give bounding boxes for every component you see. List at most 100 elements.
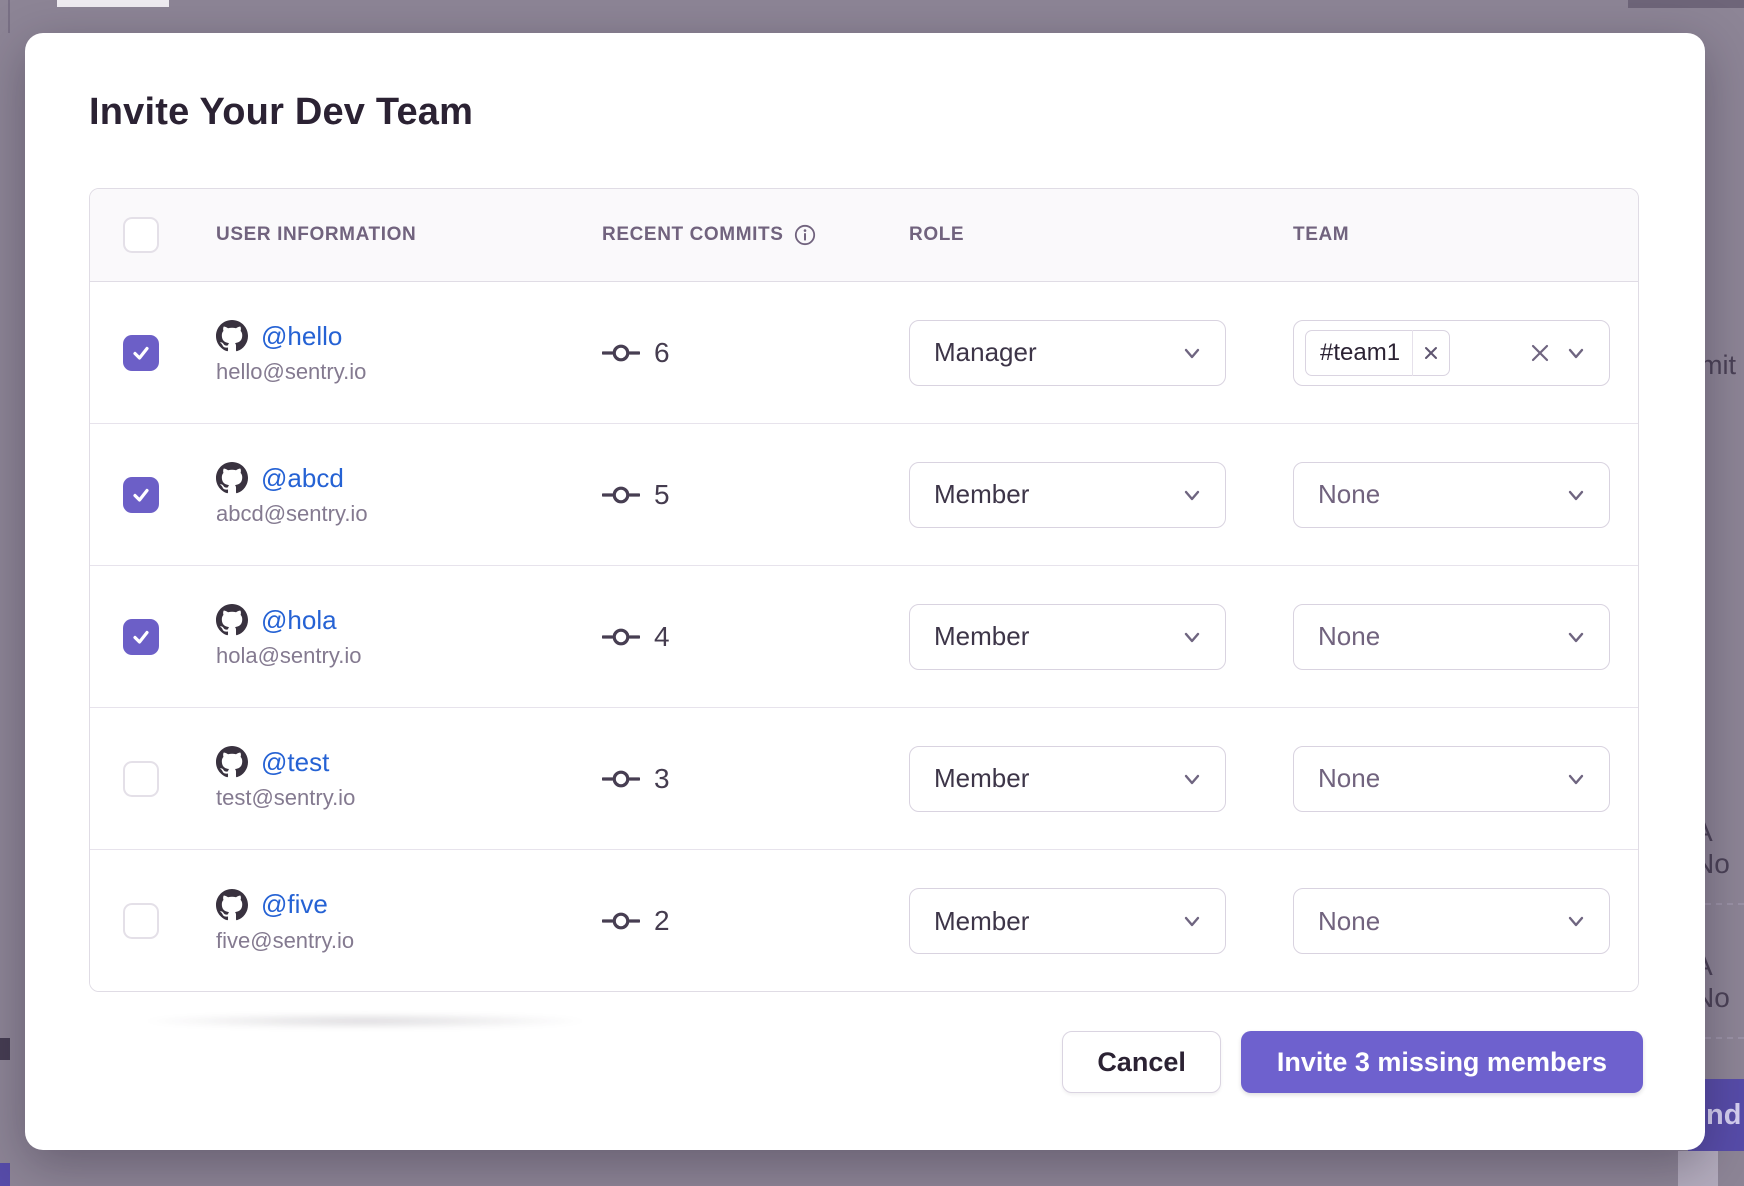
git-commit-icon — [602, 767, 640, 791]
recent-commits-cell: 5 — [602, 479, 909, 511]
team-select-none[interactable]: None — [1293, 462, 1610, 528]
table-row: @hola hola@sentry.io 4 Member — [90, 566, 1638, 708]
team-cell: None — [1293, 604, 1638, 670]
role-select[interactable]: Manager — [909, 320, 1226, 386]
role-select[interactable]: Member — [909, 604, 1226, 670]
invite-dev-team-modal: Invite Your Dev Team USER INFORMATION RE… — [25, 33, 1705, 1150]
chevron-down-icon — [1563, 624, 1589, 650]
team-select-none[interactable]: None — [1293, 888, 1610, 954]
modal-footer: Cancel Invite 3 missing members — [1062, 1031, 1643, 1093]
github-username-link[interactable]: @hola — [261, 605, 337, 636]
chevron-down-icon — [1563, 340, 1589, 366]
role-select[interactable]: Member — [909, 888, 1226, 954]
user-information-cell: @hola hola@sentry.io — [183, 604, 602, 669]
github-username-link[interactable]: @five — [261, 889, 328, 920]
bg-fragment-square — [0, 1163, 10, 1186]
role-select-value: Manager — [934, 337, 1037, 368]
column-header-recent-commits: RECENT COMMITS — [602, 224, 909, 246]
user-email: abcd@sentry.io — [216, 501, 602, 527]
role-select[interactable]: Member — [909, 462, 1226, 528]
bg-fragment-line — [8, 0, 10, 33]
github-username-link[interactable]: @abcd — [261, 463, 344, 494]
user-information-cell: @test test@sentry.io — [183, 746, 602, 811]
cancel-button[interactable]: Cancel — [1062, 1031, 1221, 1093]
recent-commits-cell: 3 — [602, 763, 909, 795]
table-row: @abcd abcd@sentry.io 5 Member — [90, 424, 1638, 566]
team-tag-remove-icon[interactable] — [1413, 345, 1449, 361]
column-header-label: USER INFORMATION — [216, 224, 416, 246]
commit-count: 5 — [654, 479, 670, 511]
row-checkbox[interactable] — [123, 619, 159, 655]
table-body: @hello hello@sentry.io 6 Manager — [90, 282, 1638, 992]
chevron-down-icon — [1563, 482, 1589, 508]
role-select-value: Member — [934, 621, 1029, 652]
role-cell: Member — [909, 604, 1293, 670]
chevron-down-icon — [1563, 908, 1589, 934]
role-select[interactable]: Member — [909, 746, 1226, 812]
chevron-down-icon — [1179, 908, 1205, 934]
recent-commits-cell: 2 — [602, 905, 909, 937]
team-cell: None — [1293, 888, 1638, 954]
chevron-down-icon — [1179, 482, 1205, 508]
row-checkbox[interactable] — [123, 477, 159, 513]
bg-fragment-strip — [1628, 0, 1744, 8]
invite-table: USER INFORMATION RECENT COMMITS ROLE TEA… — [89, 188, 1639, 992]
role-cell: Member — [909, 462, 1293, 528]
role-cell: Manager — [909, 320, 1293, 386]
role-select-value: Member — [934, 479, 1029, 510]
column-header-team: TEAM — [1293, 224, 1638, 246]
recent-commits-cell: 6 — [602, 337, 909, 369]
table-row: @hello hello@sentry.io 6 Manager — [90, 282, 1638, 424]
chevron-down-icon — [1179, 766, 1205, 792]
user-email: hello@sentry.io — [216, 359, 602, 385]
git-commit-icon — [602, 341, 640, 365]
github-icon — [216, 746, 248, 778]
bg-fragment-square — [0, 1038, 10, 1060]
github-icon — [216, 320, 248, 352]
invite-missing-members-button[interactable]: Invite 3 missing members — [1241, 1031, 1643, 1093]
bg-fragment-patch — [1678, 1151, 1718, 1186]
team-cell: #team1 — [1293, 320, 1638, 386]
github-icon — [216, 604, 248, 636]
team-select-none[interactable]: None — [1293, 746, 1610, 812]
team-select-tag[interactable]: #team1 — [1293, 320, 1610, 386]
team-select-value: None — [1318, 621, 1380, 652]
role-select-value: Member — [934, 906, 1029, 937]
role-cell: Member — [909, 888, 1293, 954]
column-header-user-information: USER INFORMATION — [183, 224, 602, 246]
row-checkbox[interactable] — [123, 903, 159, 939]
commit-count: 3 — [654, 763, 670, 795]
row-checkbox[interactable] — [123, 761, 159, 797]
commit-count: 6 — [654, 337, 670, 369]
table-row: @five five@sentry.io 2 Member — [90, 850, 1638, 992]
info-icon[interactable] — [794, 224, 816, 246]
team-clear-icon[interactable] — [1525, 342, 1555, 364]
user-email: test@sentry.io — [216, 785, 602, 811]
team-select-none[interactable]: None — [1293, 604, 1610, 670]
team-select-value: None — [1318, 479, 1380, 510]
chevron-down-icon — [1179, 340, 1205, 366]
user-information-cell: @abcd abcd@sentry.io — [183, 462, 602, 527]
user-information-cell: @five five@sentry.io — [183, 889, 602, 954]
chevron-down-icon — [1179, 624, 1205, 650]
table-header-row: USER INFORMATION RECENT COMMITS ROLE TEA… — [90, 189, 1638, 282]
team-cell: None — [1293, 746, 1638, 812]
modal-title: Invite Your Dev Team — [89, 91, 473, 134]
commit-count: 2 — [654, 905, 670, 937]
commit-count: 4 — [654, 621, 670, 653]
github-username-link[interactable]: @hello — [261, 321, 342, 352]
column-header-label: TEAM — [1293, 224, 1349, 246]
github-icon — [216, 462, 248, 494]
github-username-link[interactable]: @test — [261, 747, 329, 778]
table-scroll-shadow — [135, 1013, 595, 1029]
role-select-value: Member — [934, 763, 1029, 794]
bg-fragment-dashed-line — [1705, 1037, 1744, 1039]
bg-fragment-text: mit — [1700, 350, 1736, 381]
column-header-role: ROLE — [909, 224, 1293, 246]
user-email: five@sentry.io — [216, 928, 602, 954]
select-all-checkbox[interactable] — [123, 217, 159, 253]
team-tag-label: #team1 — [1306, 330, 1413, 376]
row-checkbox[interactable] — [123, 335, 159, 371]
git-commit-icon — [602, 625, 640, 649]
git-commit-icon — [602, 909, 640, 933]
